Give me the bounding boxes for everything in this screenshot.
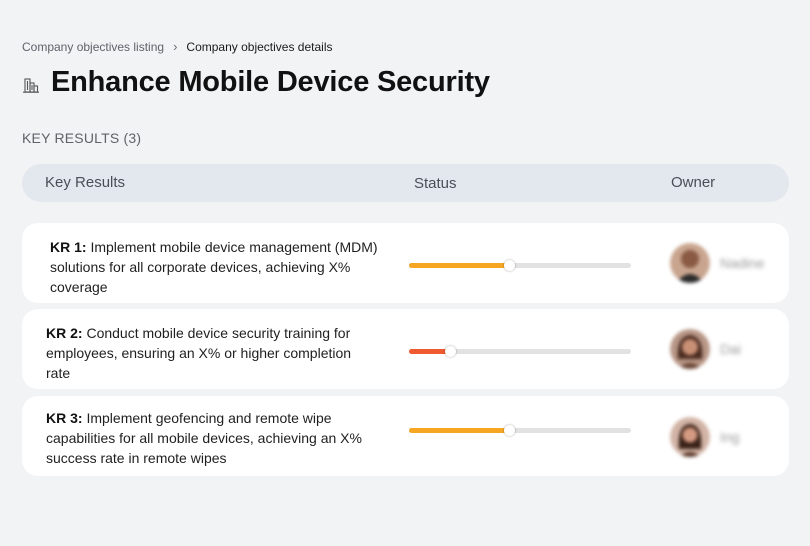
owner-name: Dai	[720, 341, 742, 357]
key-result-text: Implement geofencing and remote wipe cap…	[46, 410, 362, 466]
table-header: Key Results Status Owner	[22, 164, 789, 202]
progress-handle	[503, 425, 515, 436]
column-header-owner: Owner	[671, 174, 716, 191]
key-result-description: KR 1: Implement mobile device management…	[50, 237, 380, 297]
progress-bar	[409, 346, 631, 357]
key-result-description: KR 3: Implement geofencing and remote wi…	[46, 408, 376, 468]
column-header-key-results: Key Results	[45, 174, 126, 191]
key-results-count-label: KEY RESULTS (3)	[22, 130, 142, 146]
key-result-label: KR 3:	[46, 410, 83, 426]
progress-handle	[503, 260, 515, 271]
page-title: Enhance Mobile Device Security	[51, 66, 490, 98]
key-result-description: KR 2: Conduct mobile device security tra…	[46, 323, 376, 383]
key-result-label: KR 1:	[50, 239, 87, 255]
progress-fill	[409, 263, 509, 268]
page-header: Enhance Mobile Device Security	[22, 66, 490, 99]
owner-avatar	[670, 243, 710, 283]
owner-avatar	[670, 329, 710, 369]
key-result-row-3[interactable]: KR 3: Implement geofencing and remote wi…	[22, 396, 789, 476]
key-result-text: Conduct mobile device security training …	[46, 325, 352, 381]
breadcrumb: Company objectives listing › Company obj…	[22, 40, 333, 54]
progress-handle	[445, 346, 457, 357]
column-header-status: Status	[414, 175, 457, 192]
chevron-right-icon: ›	[173, 39, 178, 54]
key-result-label: KR 2:	[46, 325, 83, 341]
progress-bar	[409, 425, 631, 436]
progress-bar	[409, 260, 631, 271]
key-result-text: Implement mobile device management (MDM)…	[50, 239, 378, 295]
key-result-row-2[interactable]: KR 2: Conduct mobile device security tra…	[22, 309, 789, 389]
progress-fill	[409, 349, 451, 354]
owner-name: Nadine	[720, 255, 765, 271]
building-icon	[23, 77, 39, 93]
breadcrumb-link-listing[interactable]: Company objectives listing	[22, 40, 164, 54]
progress-fill	[409, 428, 509, 433]
owner-avatar	[670, 417, 710, 457]
breadcrumb-current: Company objectives details	[186, 40, 333, 54]
key-result-row-1[interactable]: KR 1: Implement mobile device management…	[22, 223, 789, 303]
owner-name: Ing	[720, 429, 740, 445]
